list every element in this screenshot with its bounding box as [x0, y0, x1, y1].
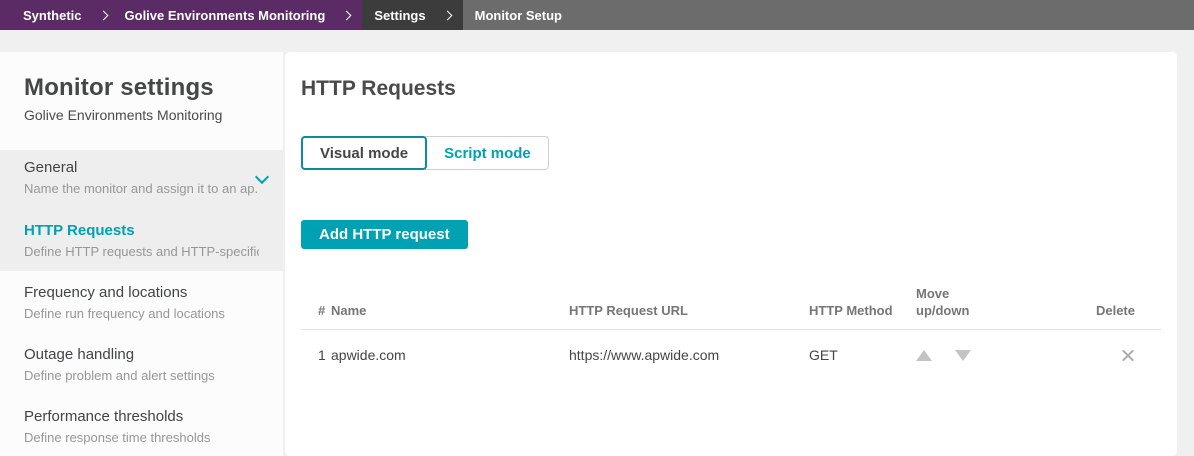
script-mode-button[interactable]: Script mode: [425, 136, 549, 170]
http-requests-panel: HTTP Requests Visual mode Script mode Ad…: [285, 52, 1177, 456]
column-header-url: HTTP Request URL: [569, 302, 809, 319]
monitor-settings-sidebar: Monitor settings Golive Environments Mon…: [0, 52, 283, 456]
column-header-move-line1: Move: [916, 285, 969, 302]
row-name: apwide.com: [331, 347, 569, 363]
breadcrumb-group-current: Monitor Setup: [463, 0, 576, 30]
sidebar-item-general[interactable]: General Name the monitor and assign it t…: [0, 150, 283, 209]
chevron-right-icon: [442, 10, 452, 20]
table-row: 1 apwide.com https://www.apwide.com GET: [301, 330, 1161, 363]
move-up-button[interactable]: [916, 350, 932, 361]
sidebar-item-performance-thresholds[interactable]: Performance thresholds Define response t…: [0, 395, 283, 456]
sidebar-item-label: General: [24, 158, 259, 177]
add-http-request-button[interactable]: Add HTTP request: [301, 220, 468, 249]
breadcrumb-item-golive-environments-monitoring[interactable]: Golive Environments Monitoring: [115, 8, 336, 23]
breadcrumb-item-synthetic[interactable]: Synthetic: [13, 8, 92, 23]
breadcrumb-group-dark: Settings: [362, 0, 462, 30]
triangle-down-icon: [955, 350, 971, 361]
column-header-move: Move up/down: [896, 285, 1071, 319]
sidebar-item-frequency-and-locations[interactable]: Frequency and locations Define run frequ…: [0, 271, 283, 333]
sidebar-item-label: Outage handling: [24, 345, 259, 364]
chevron-right-icon: [98, 10, 108, 20]
breadcrumb-group-purple: Synthetic Golive Environments Monitoring: [0, 0, 362, 30]
column-header-index: #: [301, 302, 331, 319]
chevron-right-icon: [342, 10, 352, 20]
sidebar-item-desc: Name the monitor and assign it to an ap.…: [24, 181, 259, 196]
sidebar-item-desc: Define HTTP requests and HTTP-specific .…: [24, 244, 259, 259]
move-down-button[interactable]: [955, 350, 971, 361]
sidebar-nav: General Name the monitor and assign it t…: [0, 150, 283, 456]
sidebar-item-label: Frequency and locations: [24, 283, 259, 302]
sidebar-item-outage-handling[interactable]: Outage handling Define problem and alert…: [0, 333, 283, 395]
mode-toggle: Visual mode Script mode: [301, 136, 1161, 170]
delete-button[interactable]: [1120, 348, 1135, 363]
column-header-move-line2: up/down: [916, 302, 969, 319]
breadcrumb-item-settings[interactable]: Settings: [364, 8, 435, 23]
http-requests-table: # Name HTTP Request URL HTTP Method Move…: [301, 285, 1161, 363]
breadcrumb: Synthetic Golive Environments Monitoring…: [0, 0, 1194, 30]
row-url: https://www.apwide.com: [569, 347, 809, 363]
row-move-controls: [896, 350, 1071, 361]
sidebar-item-desc: Define problem and alert settings: [24, 368, 259, 383]
visual-mode-button[interactable]: Visual mode: [301, 136, 427, 170]
table-header-row: # Name HTTP Request URL HTTP Method Move…: [301, 285, 1161, 330]
breadcrumb-item-monitor-setup: Monitor Setup: [465, 8, 572, 23]
sidebar-item-http-requests[interactable]: HTTP Requests Define HTTP requests and H…: [0, 209, 283, 271]
row-index: 1: [301, 347, 331, 363]
triangle-up-icon: [916, 350, 932, 361]
sidebar-subtitle: Golive Environments Monitoring: [24, 107, 259, 123]
sidebar-title: Monitor settings: [24, 74, 259, 102]
row-method: GET: [809, 347, 896, 363]
sidebar-item-label: HTTP Requests: [24, 221, 259, 240]
sidebar-item-desc: Define run frequency and locations: [24, 306, 259, 321]
column-header-delete: Delete: [1071, 302, 1161, 319]
sidebar-item-desc: Define response time thresholds: [24, 430, 259, 445]
row-delete: [1071, 348, 1161, 363]
sidebar-item-label: Performance thresholds: [24, 407, 259, 426]
column-header-method: HTTP Method: [809, 302, 896, 319]
panel-title: HTTP Requests: [301, 77, 1161, 101]
column-header-name: Name: [331, 302, 569, 319]
